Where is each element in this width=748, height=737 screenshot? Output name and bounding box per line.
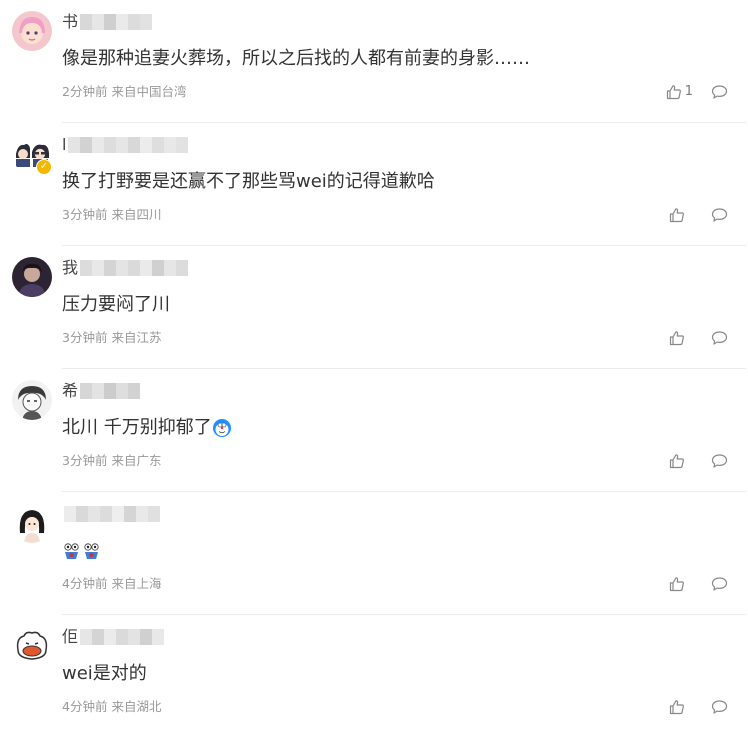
username-redacted — [80, 383, 141, 399]
comment-text — [62, 539, 102, 563]
comment-item: 佢 wei是对的 4分钟前 来自湖北 — [0, 615, 748, 737]
comment-text-content: 北川 千万别抑郁了 — [62, 417, 212, 438]
comment-feed: 书 像是那种追妻火葬场，所以之后找的人都有前妻的身影…… 2分钟前 来自中国台湾 … — [0, 0, 748, 737]
comment-meta: 3分钟前 来自广东 — [62, 453, 161, 469]
verified-badge-icon: ✓ — [36, 159, 52, 175]
reply-button[interactable] — [711, 84, 728, 100]
like-button[interactable] — [669, 330, 685, 346]
comment-meta: 4分钟前 来自上海 — [62, 576, 161, 592]
reply-button[interactable] — [711, 453, 728, 469]
username[interactable]: 佢 — [62, 627, 165, 646]
comment-location: 来自上海 — [111, 576, 162, 591]
comment-text: 像是那种追妻火葬场，所以之后找的人都有前妻的身影…… — [62, 48, 530, 69]
comment-actions — [669, 329, 728, 347]
thumbs-up-icon — [669, 331, 684, 346]
comment-actions — [669, 452, 728, 470]
comment-bubble-icon — [711, 331, 728, 345]
comment-location: 来自中国台湾 — [111, 84, 187, 99]
comment-item: 我 压力要闷了川 3分钟前 来自江苏 — [0, 246, 748, 369]
username-prefix: l — [62, 135, 67, 154]
username-redacted — [80, 14, 153, 30]
username[interactable] — [62, 505, 160, 523]
avatar[interactable] — [12, 503, 52, 543]
username-prefix: 我 — [62, 258, 79, 277]
comment-bubble-icon — [711, 208, 728, 222]
avatar[interactable] — [12, 11, 52, 51]
thumbs-up-icon — [669, 454, 684, 469]
doraemon-emoji — [212, 419, 231, 437]
comment-actions — [669, 575, 728, 593]
comment-item: 希 北川 千万别抑郁了 3分钟前 来自广东 — [0, 369, 748, 492]
comment-time: 4分钟前 — [62, 699, 108, 714]
thumbs-up-icon — [669, 700, 684, 715]
like-button[interactable] — [669, 699, 685, 715]
comment-location: 来自江苏 — [111, 330, 162, 345]
avatar[interactable] — [12, 380, 52, 420]
username-redacted — [80, 629, 165, 645]
comment-time: 3分钟前 — [62, 207, 108, 222]
comment-meta: 4分钟前 来自湖北 — [62, 699, 161, 715]
comment-item: ✓ l 换了打野要是还赢不了那些骂wei的记得道歉哈 3分钟前 来自四川 — [0, 123, 748, 246]
comment-location: 来自湖北 — [111, 699, 162, 714]
like-button[interactable]: 1 — [666, 84, 711, 100]
username[interactable]: l — [62, 135, 189, 154]
comment-actions: 1 — [666, 83, 728, 101]
username[interactable]: 希 — [62, 381, 141, 400]
thumbs-up-icon — [666, 85, 681, 100]
username-redacted — [80, 260, 189, 276]
comment-bubble-icon — [711, 700, 728, 714]
reply-button[interactable] — [711, 207, 728, 223]
shocked-emoji — [64, 543, 99, 559]
comment-text: 换了打野要是还赢不了那些骂wei的记得道歉哈 — [62, 171, 435, 192]
username-redacted — [64, 506, 160, 522]
comment-text: 北川 千万别抑郁了 — [62, 416, 232, 440]
comment-bubble-icon — [711, 454, 728, 468]
username[interactable]: 书 — [62, 12, 153, 31]
avatar[interactable] — [12, 257, 52, 297]
comment-text: wei是对的 — [62, 663, 147, 684]
comment-bubble-icon — [711, 577, 728, 591]
like-count: 1 — [684, 84, 693, 99]
comment-item: 4分钟前 来自上海 — [0, 492, 748, 615]
thumbs-up-icon — [669, 208, 684, 223]
reply-button[interactable] — [711, 699, 728, 715]
username-prefix: 书 — [62, 12, 79, 31]
reply-button[interactable] — [711, 576, 728, 592]
comment-actions — [669, 698, 728, 716]
like-button[interactable] — [669, 576, 685, 592]
comment-actions — [669, 206, 728, 224]
like-button[interactable] — [669, 207, 685, 223]
username-redacted — [68, 137, 189, 153]
comment-time: 3分钟前 — [62, 453, 108, 468]
username-prefix: 佢 — [62, 627, 79, 646]
comment-text: 压力要闷了川 — [62, 294, 170, 315]
like-button[interactable] — [669, 453, 685, 469]
comment-item: 书 像是那种追妻火葬场，所以之后找的人都有前妻的身影…… 2分钟前 来自中国台湾 … — [0, 0, 748, 123]
comment-time: 4分钟前 — [62, 576, 108, 591]
thumbs-up-icon — [669, 577, 684, 592]
avatar[interactable] — [12, 626, 52, 666]
comment-time: 2分钟前 — [62, 84, 108, 99]
comment-location: 来自四川 — [111, 207, 162, 222]
username[interactable]: 我 — [62, 258, 189, 277]
comment-meta: 3分钟前 来自江苏 — [62, 330, 161, 346]
reply-button[interactable] — [711, 330, 728, 346]
comment-meta: 2分钟前 来自中国台湾 — [62, 84, 186, 100]
comment-location: 来自广东 — [111, 453, 162, 468]
comment-time: 3分钟前 — [62, 330, 108, 345]
comment-meta: 3分钟前 来自四川 — [62, 207, 161, 223]
comment-bubble-icon — [711, 85, 728, 99]
username-prefix: 希 — [62, 381, 79, 400]
